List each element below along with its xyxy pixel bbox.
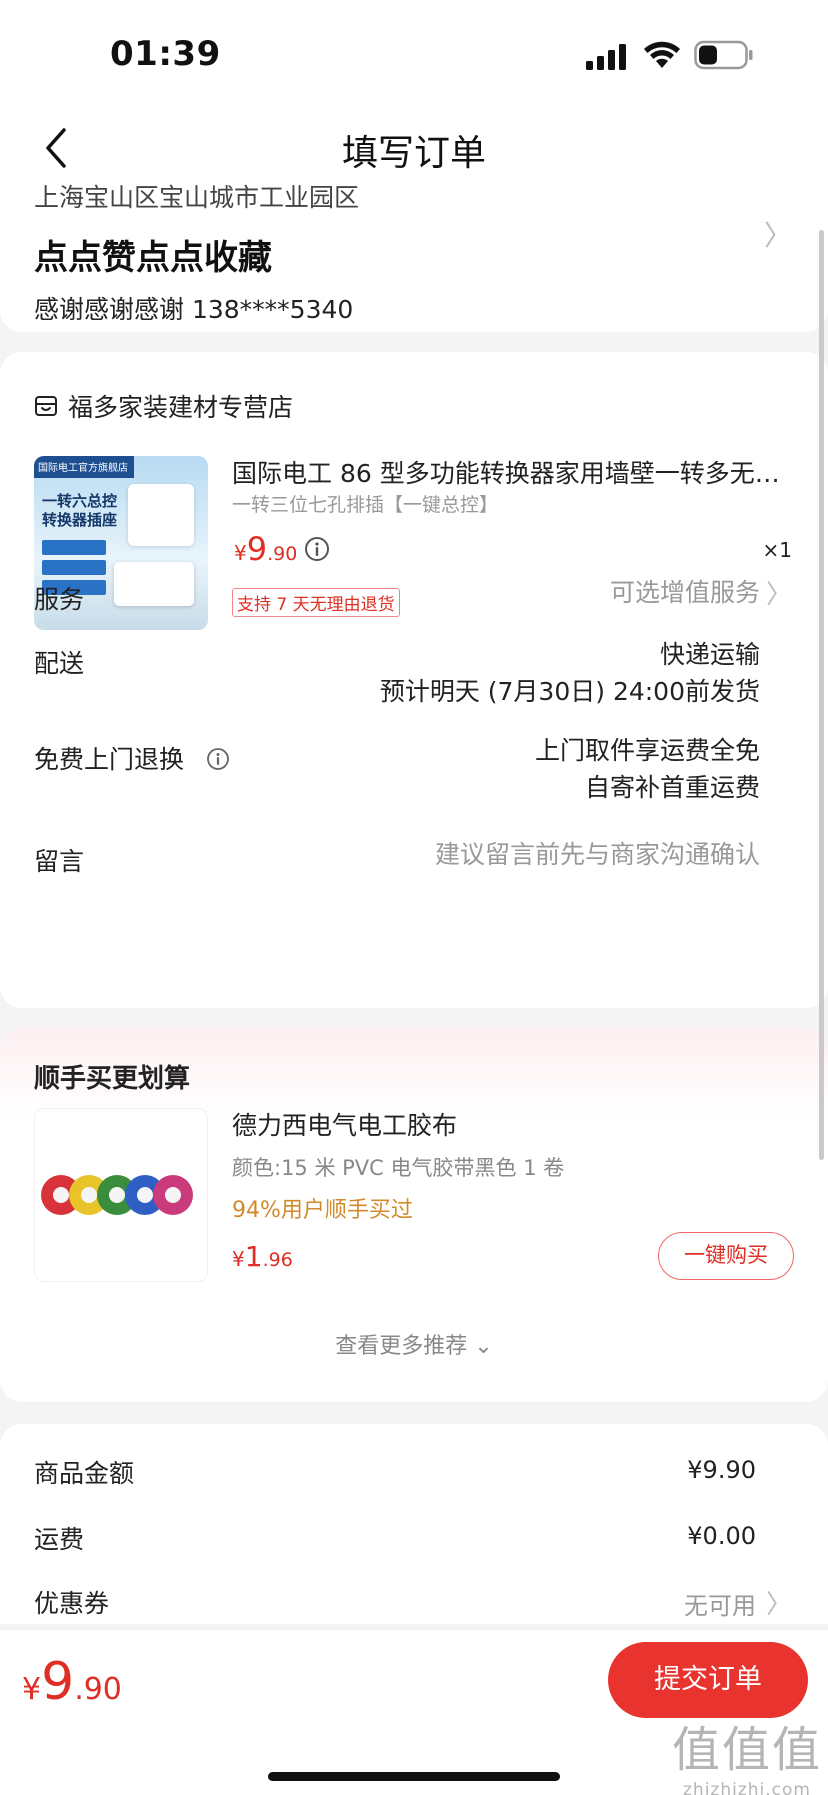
product-price-int: 9 — [246, 530, 268, 568]
free-return-value-1: 上门取件享运费全免 — [534, 736, 760, 765]
total-price-yen: ¥ — [22, 1672, 42, 1707]
recommend-product-spec: 颜色:15 米 PVC 电气胶带黑色 1 卷 — [232, 1156, 565, 1180]
goods-amount-value: ¥9.90 — [687, 1456, 756, 1484]
delivery-value: 快递运输 预计明天 (7月30日) 24:00前发货 — [380, 636, 760, 710]
recipient-name: 点点赞点点收藏 — [34, 238, 272, 278]
service-label: 服务 — [34, 585, 85, 614]
product-image-chip — [42, 540, 106, 555]
scrollbar[interactable] — [819, 230, 824, 1160]
total-price-dec: .90 — [74, 1672, 122, 1707]
address-line: 上海宝山区宝山城市工业园区 — [34, 183, 360, 212]
product-image-headline: 一转六总控 转换器插座 — [42, 492, 117, 530]
shop-name: 福多家装建材专营店 — [68, 393, 294, 422]
order-card: 福多家装建材专营店 国际电工官方旗舰店 一转六总控 转换器插座 国际电工 86 … — [0, 352, 828, 1008]
wifi-icon — [644, 41, 680, 68]
delivery-method: 快递运输 — [659, 640, 760, 669]
submit-order-button[interactable]: 提交订单 — [608, 1642, 808, 1718]
status-bar: 01:39 — [0, 0, 828, 108]
page-title: 填写订单 — [341, 133, 486, 174]
watermark-logo: 值值值 — [671, 1722, 822, 1778]
product-image-chip — [42, 560, 106, 575]
recommend-price-int: 1 — [244, 1240, 263, 1273]
service-value[interactable]: 可选增值服务 — [610, 574, 760, 611]
return-policy-badge: 支持 7 天无理由退货 — [232, 588, 400, 617]
product-price-yen: ¥ — [234, 541, 247, 565]
watermark: 值值值 zhizhizhi.com — [672, 1710, 822, 1795]
product-image-headline-2: 转换器插座 — [42, 511, 118, 529]
recommend-product-image[interactable] — [34, 1108, 208, 1282]
product-image-tag: 国际电工官方旗舰店 — [34, 456, 134, 478]
free-return-value: 上门取件享运费全免 自寄补首重运费 — [535, 732, 760, 806]
product-image-headline-1: 一转六总控 — [42, 492, 118, 510]
battery-icon — [694, 40, 753, 70]
bottom-bar: ¥9.90 提交订单 值值值 zhizhizhi.com — [0, 1630, 828, 1795]
goods-amount-label: 商品金额 — [34, 1459, 135, 1488]
home-indicator[interactable] — [268, 1772, 560, 1781]
recommend-product-name[interactable]: 德力西电气电工胶布 — [232, 1106, 457, 1142]
recommend-price-dec: .96 — [262, 1249, 293, 1271]
info-icon[interactable] — [206, 747, 230, 771]
price-info-icon[interactable] — [304, 536, 330, 562]
address-card[interactable]: 上海宝山区宝山城市工业园区 点点赞点点收藏 感谢感谢感谢 138****5340… — [0, 170, 828, 332]
delivery-label: 配送 — [34, 649, 85, 678]
shipping-value: ¥0.00 — [687, 1522, 756, 1550]
recommend-product-stat: 94%用户顺手买过 — [232, 1198, 413, 1223]
shipping-label: 运费 — [34, 1525, 85, 1554]
see-more-recommendations-link[interactable]: 查看更多推荐 ⌄ — [0, 1328, 828, 1360]
one-click-buy-button[interactable]: 一键购买 — [658, 1232, 794, 1280]
status-time: 01:39 — [110, 34, 221, 74]
recipient-contact: 感谢感谢感谢 138****5340 — [34, 295, 354, 324]
chevron-right-icon: 〉 — [765, 1590, 792, 1620]
message-label: 留言 — [34, 847, 85, 876]
shop-row[interactable]: 福多家装建材专营店 — [34, 388, 293, 424]
coupon-value[interactable]: 无可用 — [684, 1586, 756, 1621]
product-image-socket — [128, 484, 194, 546]
cellular-signal-icon — [586, 44, 626, 70]
tape-roll — [153, 1175, 193, 1215]
coupon-label: 优惠券 — [34, 1589, 110, 1618]
product-title[interactable]: 国际电工 86 型多功能转换器家用墙壁一转多无… — [232, 454, 792, 490]
product-price: ¥9.90 — [234, 530, 297, 568]
chevron-right-icon: 〉 — [765, 580, 792, 610]
shop-icon — [35, 396, 57, 416]
product-price-dec: .90 — [267, 543, 298, 565]
free-return-text: 免费上门退换 — [34, 745, 185, 774]
chevron-right-icon: 〉 — [763, 219, 792, 252]
free-return-value-2: 自寄补首重运费 — [584, 773, 760, 802]
recommend-price-yen: ¥ — [232, 1247, 245, 1271]
free-return-label: 免费上门退换 — [34, 740, 230, 776]
message-input[interactable]: 建议留言前先与商家沟通确认 — [435, 836, 760, 873]
product-image-strip — [114, 562, 194, 606]
total-price: ¥9.90 — [22, 1652, 122, 1712]
recommend-product-price: ¥1.96 — [232, 1240, 293, 1273]
watermark-url: zhizhizhi.com — [683, 1780, 811, 1795]
product-spec: 一转三位七孔排插【一键总控】 — [232, 494, 499, 516]
recommend-card: 顺手买更划算 德力西电气电工胶布 颜色:15 米 PVC 电气胶带黑色 1 卷 … — [0, 1028, 828, 1402]
product-quantity: ×1 — [762, 538, 792, 562]
delivery-estimate: 预计明天 (7月30日) 24:00前发货 — [379, 677, 760, 706]
total-price-int: 9 — [41, 1652, 75, 1712]
recommend-title: 顺手买更划算 — [34, 1064, 191, 1094]
price-summary-card: 商品金额 ¥9.90 运费 ¥0.00 优惠券 无可用 〉 — [0, 1424, 828, 1624]
